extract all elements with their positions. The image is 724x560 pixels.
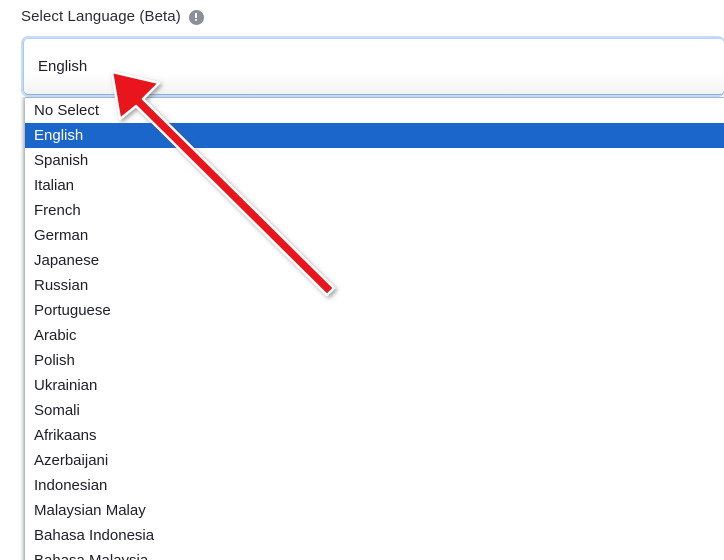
language-option[interactable]: Afrikaans [25,423,724,448]
language-option-list[interactable]: No Select English Spanish Italian French Germ… [25,98,724,560]
language-option[interactable]: Russian [25,273,724,298]
language-dropdown-panel[interactable]: No Select English Spanish Italian French Germ… [25,97,724,560]
language-input-value: English [38,57,88,75]
language-combobox[interactable]: English [21,36,724,97]
language-option[interactable]: Somali [25,398,724,423]
language-option[interactable]: Malaysian Malay [25,498,724,523]
language-option[interactable]: Polish [25,348,724,373]
language-option[interactable]: Ukrainian [25,373,724,398]
language-option[interactable]: Italian [25,173,724,198]
language-option[interactable]: German [25,223,724,248]
language-option[interactable]: No Select [25,98,724,123]
language-option[interactable]: Spanish [25,148,724,173]
language-option[interactable]: Japanese [25,248,724,273]
field-label-row: Select Language (Beta) [21,7,204,27]
language-option[interactable]: Indonesian [25,473,724,498]
language-option[interactable]: English [25,123,724,148]
info-circle-icon[interactable] [188,9,204,25]
language-option[interactable]: French [25,198,724,223]
language-input[interactable]: English [23,38,724,95]
language-option[interactable]: Portuguese [25,298,724,323]
screen-root: Select Language (Beta) English No Select… [0,0,724,560]
language-option[interactable]: Azerbaijani [25,448,724,473]
page-title: Select Language (Beta) [21,8,181,25]
language-option[interactable]: Bahasa Indonesia [25,523,724,548]
language-option[interactable]: Arabic [25,323,724,348]
language-option[interactable]: Bahasa Malaysia [25,548,724,560]
